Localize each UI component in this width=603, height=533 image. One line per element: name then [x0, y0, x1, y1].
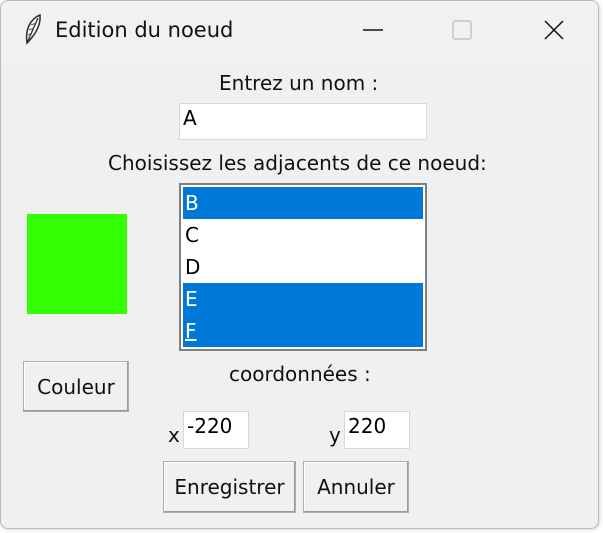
maximize-button[interactable]	[416, 1, 508, 59]
color-button[interactable]: Couleur	[23, 361, 129, 412]
close-button[interactable]	[508, 1, 598, 59]
close-icon	[544, 20, 564, 40]
minimize-button[interactable]	[327, 1, 419, 59]
coordinates-label: coordonnées :	[229, 362, 371, 386]
maximize-icon	[452, 20, 472, 40]
save-button[interactable]: Enregistrer	[163, 461, 296, 513]
list-item[interactable]: C	[183, 219, 423, 251]
y-input[interactable]: 220	[344, 411, 410, 449]
adjacent-listbox[interactable]: B C D E F	[179, 183, 427, 351]
list-item[interactable]: F	[183, 315, 423, 347]
adjacent-label: Choisissez les adjacents de ce noeud:	[108, 151, 487, 175]
window-title: Edition du noeud	[55, 18, 234, 42]
minimize-icon	[363, 29, 383, 31]
name-label: Entrez un nom :	[219, 71, 379, 95]
color-swatch	[27, 214, 127, 314]
titlebar[interactable]: Edition du noeud	[1, 1, 598, 61]
name-input[interactable]: A	[179, 103, 427, 140]
x-label: x	[168, 423, 180, 447]
list-item[interactable]: B	[183, 187, 423, 219]
y-label: y	[329, 423, 341, 447]
list-item[interactable]: D	[183, 251, 423, 283]
cancel-button[interactable]: Annuler	[303, 461, 409, 513]
x-input[interactable]: -220	[183, 411, 249, 449]
feather-icon	[21, 13, 45, 47]
dialog-window: Edition du noeud Entrez un nom : A Chois…	[0, 0, 599, 529]
list-item[interactable]: E	[183, 283, 423, 315]
